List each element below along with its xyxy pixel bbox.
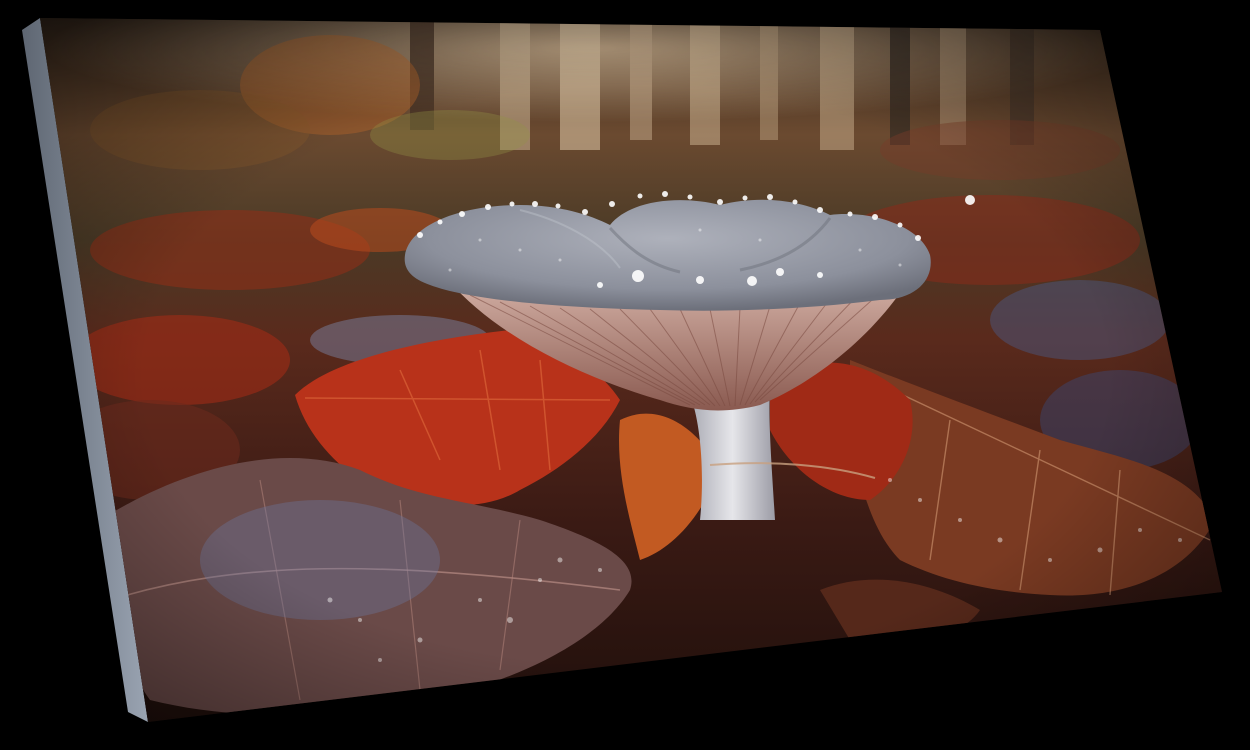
photo [40,18,1222,722]
canvas-print [22,18,1222,722]
